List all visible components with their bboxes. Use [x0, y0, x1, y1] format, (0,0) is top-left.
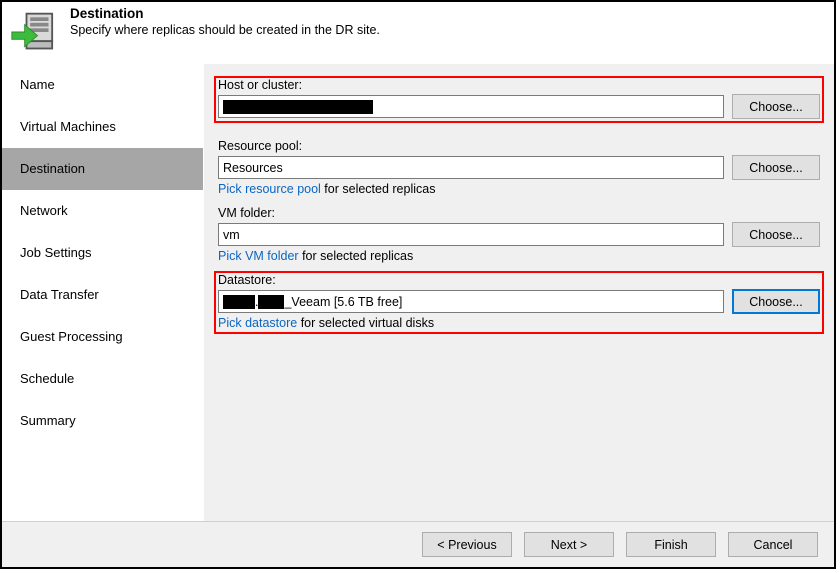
choose-pool-button[interactable]: Choose... — [732, 155, 820, 180]
datastore-redact-1 — [223, 295, 255, 309]
datastore-redact-2 — [258, 295, 284, 309]
previous-button[interactable]: < Previous — [422, 532, 512, 557]
host-field[interactable] — [218, 95, 724, 118]
host-label: Host or cluster: — [218, 78, 820, 92]
pick-folder-rest: for selected replicas — [299, 249, 414, 263]
folder-field[interactable]: vm — [218, 223, 724, 246]
sidebar-item-job-settings[interactable]: Job Settings — [2, 232, 203, 274]
cancel-button[interactable]: Cancel — [728, 532, 818, 557]
page-subtitle: Specify where replicas should be created… — [70, 23, 380, 37]
sidebar-item-guest-processing[interactable]: Guest Processing — [2, 316, 203, 358]
pick-pool-link[interactable]: Pick resource pool — [218, 182, 321, 196]
sidebar-item-name[interactable]: Name — [2, 64, 203, 106]
pool-value: Resources — [223, 161, 283, 175]
choose-datastore-button[interactable]: Choose... — [732, 289, 820, 314]
destination-icon — [10, 10, 54, 54]
wizard-header: Destination Specify where replicas shoul… — [2, 2, 834, 64]
pick-pool-line: Pick resource pool for selected replicas — [218, 182, 820, 196]
sidebar-item-data-transfer[interactable]: Data Transfer — [2, 274, 203, 316]
host-value-redacted — [223, 100, 373, 114]
sidebar-item-virtual-machines[interactable]: Virtual Machines — [2, 106, 203, 148]
datastore-value-suffix: _Veeam [5.6 TB free] — [284, 295, 402, 309]
wizard-footer: < Previous Next > Finish Cancel — [2, 521, 834, 567]
pool-label: Resource pool: — [218, 139, 820, 153]
sidebar-item-destination[interactable]: Destination — [2, 148, 203, 190]
sidebar-item-schedule[interactable]: Schedule — [2, 358, 203, 400]
choose-host-button[interactable]: Choose... — [732, 94, 820, 119]
page-title: Destination — [70, 6, 380, 21]
pick-folder-link[interactable]: Pick VM folder — [218, 249, 299, 263]
pick-datastore-line: Pick datastore for selected virtual disk… — [218, 316, 820, 330]
pick-datastore-rest: for selected virtual disks — [297, 316, 434, 330]
pick-pool-rest: for selected replicas — [321, 182, 436, 196]
next-button[interactable]: Next > — [524, 532, 614, 557]
datastore-label: Datastore: — [218, 273, 820, 287]
pool-field[interactable]: Resources — [218, 156, 724, 179]
choose-folder-button[interactable]: Choose... — [732, 222, 820, 247]
host-section-highlight: Host or cluster: Choose... — [214, 76, 824, 123]
pick-datastore-link[interactable]: Pick datastore — [218, 316, 297, 330]
folder-label: VM folder: — [218, 206, 820, 220]
sidebar-item-summary[interactable]: Summary — [2, 400, 203, 442]
finish-button[interactable]: Finish — [626, 532, 716, 557]
datastore-section-highlight: Datastore: . _Veeam [5.6 TB free] Choose… — [214, 271, 824, 334]
datastore-field[interactable]: . _Veeam [5.6 TB free] — [218, 290, 724, 313]
folder-value: vm — [223, 228, 240, 242]
wizard-steps-sidebar: Name Virtual Machines Destination Networ… — [2, 64, 204, 521]
wizard-content: Host or cluster: Choose... Resource pool… — [204, 64, 834, 521]
pick-folder-line: Pick VM folder for selected replicas — [218, 249, 820, 263]
sidebar-item-network[interactable]: Network — [2, 190, 203, 232]
